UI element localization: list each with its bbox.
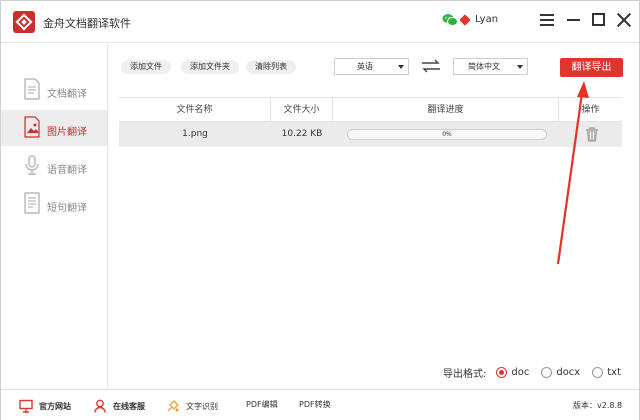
monitor-icon <box>19 399 33 413</box>
radio-label: docx <box>556 367 581 378</box>
add-folder-button[interactable]: 添加文件夹 <box>181 60 239 74</box>
user-area[interactable]: Lyan <box>459 13 498 26</box>
menu-button[interactable] <box>538 11 556 29</box>
website-link[interactable]: 官方网站 <box>19 399 71 413</box>
text-document-icon <box>24 192 40 214</box>
minimize-button[interactable] <box>565 11 583 29</box>
clear-list-button[interactable]: 清除列表 <box>246 60 296 74</box>
support-label: 在线客服 <box>113 401 145 411</box>
add-file-button[interactable]: 添加文件 <box>121 60 171 74</box>
format-radio-doc[interactable]: doc <box>496 367 529 378</box>
sidebar-item-label: 语音翻译 <box>47 165 87 176</box>
format-radio-docx[interactable]: docx <box>541 367 580 378</box>
sidebar-item-image-translate[interactable]: 图片翻译 <box>1 110 107 146</box>
sidebar: 文档翻译 图片翻译 语音翻译 短句翻译 <box>1 44 108 388</box>
chevron-down-icon <box>517 65 523 69</box>
vip-icon <box>459 13 471 26</box>
version-label: 版本：v2.8.8 <box>573 401 623 410</box>
app-title: 金舟文档翻译软件 <box>43 17 131 30</box>
sidebar-item-voice-translate[interactable]: 语音翻译 <box>1 148 107 184</box>
close-button[interactable] <box>615 11 633 29</box>
app-logo-icon <box>13 11 35 33</box>
column-header-size: 文件大小 <box>271 98 333 122</box>
table-row[interactable]: 1.png 10.22 KB 0% <box>119 122 622 147</box>
column-header-progress: 翻译进度 <box>333 98 559 122</box>
title-bar: 金舟文档翻译软件 Lyan <box>1 1 639 43</box>
pdf-edit-label: PDF编辑 <box>246 400 278 409</box>
image-icon <box>24 116 40 138</box>
chevron-down-icon <box>398 65 404 69</box>
app-window: 金舟文档翻译软件 Lyan 文档翻译 图片翻译 语音翻译 短句翻译 添加文件 添… <box>0 0 640 420</box>
progress-text: 0% <box>442 131 452 138</box>
ocr-label: 文字识别 <box>186 401 218 411</box>
pdf-convert-label: PDF转换 <box>299 400 331 409</box>
translate-export-button[interactable]: 翻译导出 <box>560 58 623 77</box>
microphone-icon <box>25 155 39 175</box>
target-language-select[interactable]: 简体中文 <box>453 58 528 75</box>
file-size: 10.22 KB <box>281 129 323 139</box>
progress-bar: 0% <box>347 129 547 140</box>
radio-label: txt <box>607 367 621 378</box>
source-language-value: 英语 <box>357 62 373 71</box>
target-language-value: 简体中文 <box>468 62 500 71</box>
radio-circle <box>592 367 604 378</box>
export-format: 导出格式: doc docx txt <box>443 365 633 380</box>
source-language-select[interactable]: 英语 <box>334 58 409 75</box>
pdf-edit-link[interactable]: PDF编辑 <box>246 399 278 410</box>
export-format-label: 导出格式: <box>443 369 487 380</box>
username[interactable]: Lyan <box>475 14 498 25</box>
sidebar-item-label: 短句翻译 <box>47 203 87 214</box>
support-link[interactable]: 在线客服 <box>93 399 145 413</box>
person-icon <box>94 399 106 413</box>
table-header: 文件名称 文件大小 翻译进度 操作 <box>119 97 622 122</box>
file-table: 文件名称 文件大小 翻译进度 操作 1.png 10.22 KB 0% <box>119 97 622 147</box>
pdf-convert-link[interactable]: PDF转换 <box>299 399 331 410</box>
swap-languages-icon[interactable] <box>421 59 441 73</box>
ocr-link[interactable]: 文字识别 <box>166 399 218 413</box>
document-icon <box>24 78 40 100</box>
format-radio-txt[interactable]: txt <box>592 367 621 378</box>
sidebar-item-label: 文档翻译 <box>47 89 87 100</box>
ocr-icon <box>167 400 179 412</box>
maximize-button[interactable] <box>590 11 608 29</box>
sidebar-item-document-translate[interactable]: 文档翻译 <box>1 72 107 108</box>
sidebar-item-sentence-translate[interactable]: 短句翻译 <box>1 186 107 222</box>
file-name: 1.png <box>182 129 208 139</box>
website-label: 官方网站 <box>39 401 71 411</box>
footer: 官方网站 在线客服 文字识别 PDF编辑 PDF转换 版本：v2.8.8 <box>1 389 639 420</box>
radio-circle <box>496 367 508 378</box>
wechat-icon[interactable] <box>442 13 458 27</box>
delete-icon[interactable] <box>585 127 599 142</box>
column-header-action: 操作 <box>581 105 600 115</box>
radio-circle <box>541 367 553 378</box>
column-header-name: 文件名称 <box>119 98 271 122</box>
radio-label: doc <box>511 367 530 378</box>
sidebar-item-label: 图片翻译 <box>47 127 87 138</box>
